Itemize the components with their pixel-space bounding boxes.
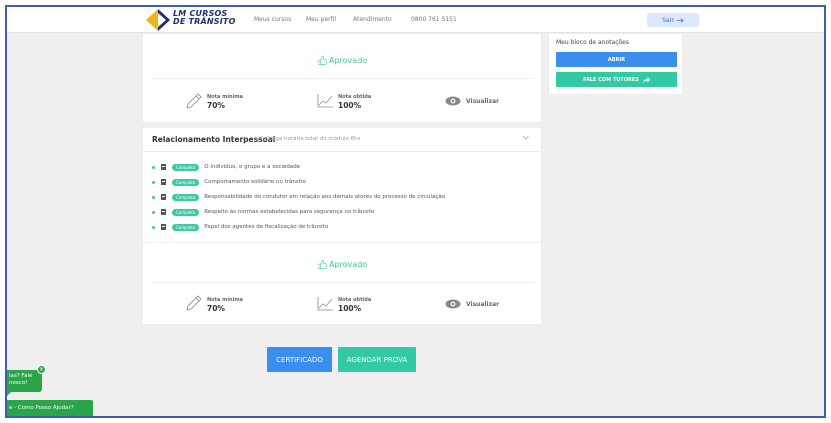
schedule-exam-button[interactable]: AGENDAR PROVA xyxy=(338,347,416,372)
talk-to-tutors-button[interactable]: FALE COM TUTORES xyxy=(556,72,677,87)
divider xyxy=(143,242,541,243)
complete-badge: Completo xyxy=(172,208,200,216)
document-icon xyxy=(161,179,166,185)
nav-link-my-courses[interactable]: Meus cursos xyxy=(254,16,291,23)
approved-status: Aprovado xyxy=(318,56,367,65)
lesson-title: Papel dos agentes de fiscalização de trâ… xyxy=(204,224,329,230)
complete-badge: Completo xyxy=(172,178,200,186)
bullet-dot xyxy=(152,195,155,199)
view-link[interactable]: Visualizar xyxy=(466,98,499,105)
bullet-dot xyxy=(152,225,155,229)
complete-badge: Completo xyxy=(172,163,200,171)
brand-name[interactable]: LM CURSOS DE TRÂNSITO xyxy=(173,10,236,26)
min-grade-label: Nota mínima xyxy=(207,94,243,100)
bullet-dot xyxy=(152,180,155,184)
top-navbar: LM CURSOS DE TRÂNSITO Meus cursos Meu pe… xyxy=(7,7,824,33)
arrow-right-icon xyxy=(676,17,684,23)
module-card-interpersonal: Relacionamento Interpessoal Carga horári… xyxy=(142,127,542,325)
divider xyxy=(151,282,535,283)
lesson-item[interactable]: Completo Responsabilidade do condutor em… xyxy=(152,192,445,202)
chat-close-icon[interactable]: × xyxy=(37,365,46,374)
thumbs-up-icon xyxy=(318,260,327,269)
complete-badge: Completo xyxy=(172,193,200,201)
lesson-item[interactable]: Completo Papel dos agentes de fiscalizaç… xyxy=(152,222,328,232)
lesson-item[interactable]: Completo O indivíduo, o grupo e a socied… xyxy=(152,162,300,172)
lesson-item[interactable]: Completo Respeito às normas estabelecida… xyxy=(152,207,374,217)
min-grade-label: Nota mínima xyxy=(207,297,243,303)
lesson-item[interactable]: Completo Comportamento solidário no trân… xyxy=(152,177,306,187)
chevron-down-icon[interactable] xyxy=(523,135,529,140)
exit-button[interactable]: Sair xyxy=(647,13,699,27)
obtained-grade-label: Nota obtida xyxy=(338,297,372,303)
lesson-title: Responsabilidade do condutor em relação … xyxy=(204,194,446,200)
bullet-dot xyxy=(152,210,155,214)
lesson-title: Comportamento solidário no trânsito xyxy=(204,179,306,185)
obtained-grade-value: 100% xyxy=(338,101,362,110)
nav-link-my-profile[interactable]: Meu perfil xyxy=(306,16,336,23)
lesson-title: O indivíduo, o grupo e a sociedade xyxy=(204,164,301,170)
module-result-card: Aprovado Nota mínima 70% Nota obtida 100… xyxy=(142,33,542,123)
min-grade-value: 70% xyxy=(207,304,225,313)
lesson-title: Respeito às normas estabelecidas para se… xyxy=(204,209,375,215)
pencil-icon xyxy=(186,93,202,109)
document-icon xyxy=(161,164,166,170)
divider xyxy=(151,78,535,79)
pencil-icon xyxy=(186,295,202,311)
min-grade-value: 70% xyxy=(207,101,225,110)
thumbs-up-icon xyxy=(318,56,327,65)
chat-prompt-bubble[interactable]: las? Fale nosco! xyxy=(7,370,42,392)
module-title: Relacionamento Interpessoal xyxy=(152,135,276,144)
complete-badge: Completo xyxy=(172,223,200,231)
document-icon xyxy=(161,194,166,200)
approved-status: Aprovado xyxy=(318,260,367,269)
nav-link-phone[interactable]: 0800 761 5151 xyxy=(411,16,457,23)
module-header[interactable]: Relacionamento Interpessoal Carga horári… xyxy=(143,128,541,152)
chat-bubble-tail xyxy=(7,392,11,396)
clock-icon xyxy=(258,136,264,142)
chat-launcher-bar[interactable]: e - Como Posso Ajudar? xyxy=(7,400,93,416)
view-link[interactable]: Visualizar xyxy=(466,301,499,308)
share-arrow-icon xyxy=(642,76,650,83)
notepad-title: Meu bloco de anotações xyxy=(556,39,629,46)
browser-viewport: LM CURSOS DE TRÂNSITO Meus cursos Meu pe… xyxy=(5,5,826,418)
nav-link-support[interactable]: Atendimento xyxy=(353,16,392,23)
obtained-grade-label: Nota obtida xyxy=(338,94,372,100)
chart-icon xyxy=(317,94,333,108)
bullet-dot xyxy=(152,165,155,169)
obtained-grade-value: 100% xyxy=(338,304,362,313)
notepad-panel: Meu bloco de anotações ABRIR FALE COM TU… xyxy=(548,33,683,95)
open-notepad-button[interactable]: ABRIR xyxy=(556,52,677,67)
brand-logo-icon[interactable] xyxy=(146,9,170,31)
eye-icon[interactable] xyxy=(445,299,461,309)
module-hours: Carga horária total do módulo 6hs xyxy=(258,136,361,142)
certificate-button[interactable]: CERTIFICADO xyxy=(267,347,332,372)
document-icon xyxy=(161,209,166,215)
chart-icon xyxy=(317,297,333,311)
document-icon xyxy=(161,224,166,230)
eye-icon[interactable] xyxy=(445,96,461,106)
